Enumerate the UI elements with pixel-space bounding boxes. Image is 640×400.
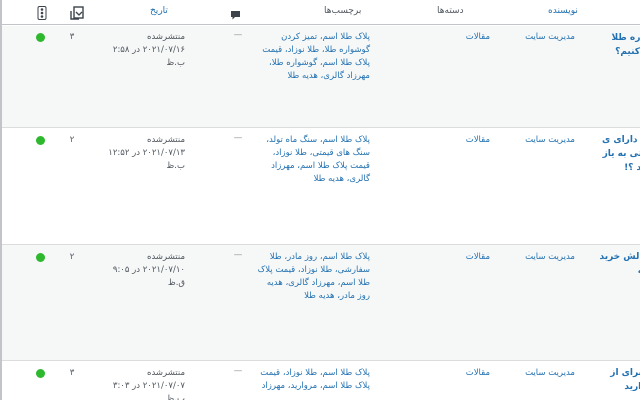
status-indicator — [36, 253, 45, 262]
post-categories[interactable]: مقالات — [430, 31, 490, 44]
post-title[interactable]: و چالش خرید هدیه — [596, 250, 640, 278]
post-title[interactable]: رات دارای ی قیمتی به یاز دارند ؟! — [596, 133, 640, 175]
post-tags[interactable]: پلاک طلا اسم، طلا نوزاد، قیمت پلاک طلا ا… — [255, 367, 370, 393]
table-row: شواره طلا میز کنیم؟ مدیریت سایت مقالات پ… — [0, 26, 640, 128]
post-author[interactable]: مدیریت سایت — [495, 367, 575, 380]
traffic-light-icon[interactable] — [37, 5, 47, 24]
post-title[interactable]: دی برای از مروارید — [596, 366, 640, 394]
post-revision-count: ۲ — [69, 252, 75, 262]
status-indicator — [36, 369, 45, 378]
column-categories: دسته‌ها — [437, 6, 464, 16]
post-status: منتشرشده — [147, 368, 185, 378]
post-tags[interactable]: پلاک طلا اسم، روز مادر، طلا سفارشی، طلا … — [255, 251, 370, 303]
column-tags: برچسب‌ها — [324, 6, 362, 16]
column-author[interactable]: نویسنده — [548, 6, 578, 16]
post-comments: — — [233, 133, 243, 143]
table-row: دی برای از مروارید مدیریت سایت مقالات پل… — [0, 361, 640, 400]
post-status: منتشرشده — [147, 135, 185, 145]
post-categories[interactable]: مقالات — [430, 134, 490, 147]
comment-bubble-icon[interactable] — [230, 6, 241, 25]
post-date: ۲۰۲۱/۰۷/۱۶ در ۲:۵۸ ب.ظ — [112, 45, 185, 68]
post-date: ۲۰۲۱/۰۷/۰۷ در ۳:۰۳ ب.ظ — [112, 381, 185, 400]
post-author[interactable]: مدیریت سایت — [495, 251, 575, 264]
post-revision-count: ۲ — [69, 135, 75, 145]
post-comments: — — [233, 30, 243, 40]
post-author[interactable]: مدیریت سایت — [495, 31, 575, 44]
post-revision-count: ۳ — [69, 32, 75, 42]
column-date[interactable]: تاریخ — [150, 6, 168, 16]
status-indicator — [36, 33, 45, 42]
post-author[interactable]: مدیریت سایت — [495, 134, 575, 147]
table-header: تاریخ برچسب‌ها دسته‌ها نویسنده — [0, 0, 640, 25]
post-status: منتشرشده — [147, 32, 185, 42]
post-date: ۲۰۲۱/۰۷/۱۰ در ۹:۰۵ ق.ظ — [112, 265, 185, 288]
post-categories[interactable]: مقالات — [430, 367, 490, 380]
post-tags[interactable]: پلاک طلا اسم، تمیز کردن گوشواره طلا، طلا… — [255, 31, 370, 83]
table-row: رات دارای ی قیمتی به یاز دارند ؟! مدیریت… — [0, 128, 640, 245]
post-tags[interactable]: پلاک طلا اسم، سنگ ماه تولد، سنگ های قیمت… — [255, 134, 370, 186]
status-indicator — [36, 136, 45, 145]
posts-table: تاریخ برچسب‌ها دسته‌ها نویسنده شواره طلا… — [0, 0, 640, 400]
left-edge-divider — [0, 0, 2, 400]
post-date: ۲۰۲۱/۰۷/۱۳ در ۱۲:۵۲ ب.ظ — [108, 148, 185, 171]
post-comments: — — [233, 366, 243, 376]
post-categories[interactable]: مقالات — [430, 251, 490, 264]
post-status: منتشرشده — [147, 252, 185, 262]
table-row: و چالش خرید هدیه مدیریت سایت مقالات پلاک… — [0, 245, 640, 361]
post-comments: — — [233, 250, 243, 260]
post-title[interactable]: شواره طلا میز کنیم؟ — [596, 31, 640, 59]
revisions-icon[interactable] — [70, 5, 84, 24]
post-revision-count: ۳ — [69, 368, 75, 378]
